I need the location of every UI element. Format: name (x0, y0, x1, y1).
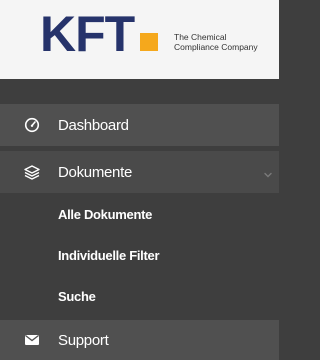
envelope-icon (22, 330, 42, 350)
sidebar-item-support[interactable]: Support (0, 320, 279, 360)
logo-wordmark: KFT (40, 6, 135, 62)
sidebar-subitem-label: Alle Dokumente (58, 206, 153, 222)
sidebar-item-dashboard[interactable]: Dashboard (0, 104, 279, 146)
sidebar-subitem-label: Individuelle Filter (58, 247, 160, 263)
sidebar-spacer (0, 79, 279, 104)
layers-icon (22, 162, 42, 182)
sidebar-subitem-suche[interactable]: Suche (0, 276, 279, 316)
logo-tagline: The Chemical Compliance Company (174, 32, 279, 52)
logo-accent-square (140, 33, 158, 51)
gauge-icon (22, 115, 42, 135)
logo-area[interactable]: KFT The Chemical Compliance Company (0, 0, 279, 79)
sidebar-item-dokumente[interactable]: Dokumente (0, 151, 279, 193)
chevron-down-icon[interactable] (263, 167, 273, 178)
sidebar-subitem-individuelle-filter[interactable]: Individuelle Filter (0, 235, 279, 275)
sidebar-item-label: Support (58, 331, 109, 349)
sidebar-subitem-label: Suche (58, 288, 96, 304)
sidebar-subitem-alle-dokumente[interactable]: Alle Dokumente (0, 194, 279, 234)
sidebar-item-label: Dashboard (58, 116, 129, 134)
sidebar-item-label: Dokumente (58, 163, 133, 181)
logo-tagline-line2: Compliance Company (174, 42, 258, 52)
logo-tagline-line1: The Chemical (174, 32, 227, 42)
